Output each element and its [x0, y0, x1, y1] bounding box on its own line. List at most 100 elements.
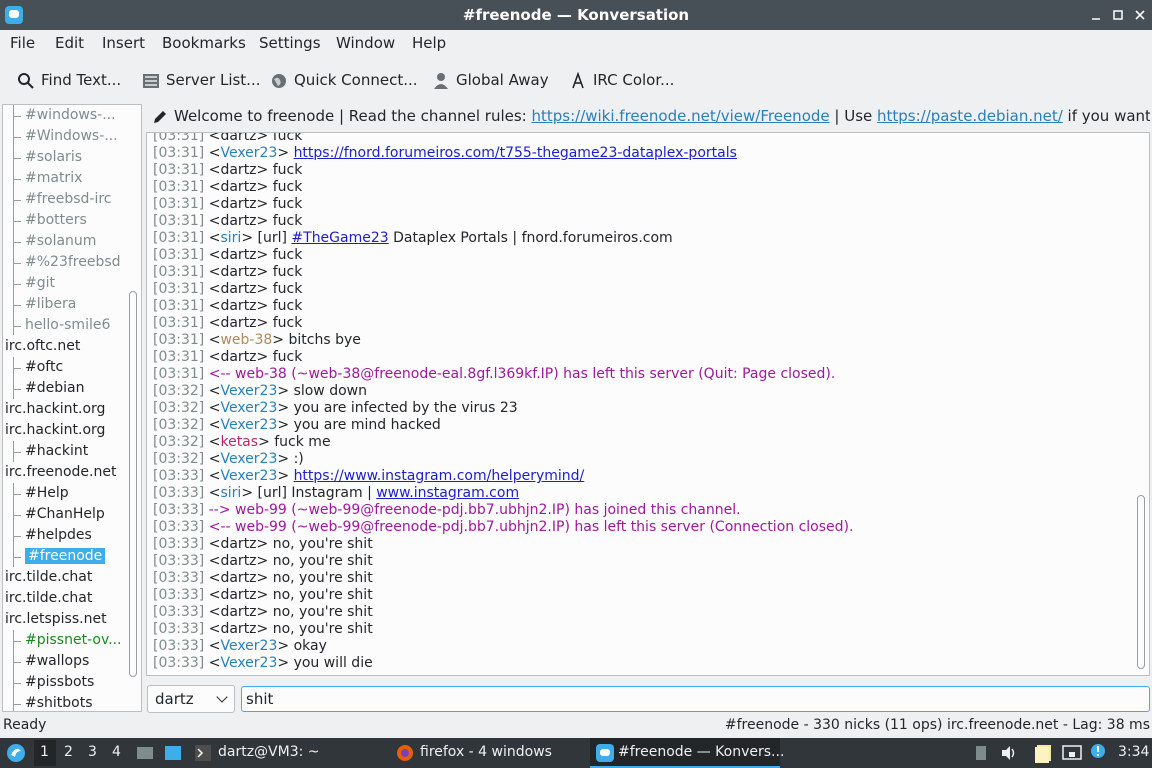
channel-item[interactable]: #Help	[25, 483, 69, 504]
server-item[interactable]: irc.tilde.chat	[5, 567, 92, 588]
nickname[interactable]: dartz	[220, 247, 256, 263]
server-item[interactable]: irc.hackint.org	[5, 399, 105, 420]
nickname[interactable]: siri	[220, 485, 241, 501]
channel-item[interactable]: #oftc	[25, 357, 63, 378]
nickname[interactable]: dartz	[220, 621, 256, 637]
close-button[interactable]	[1130, 5, 1150, 25]
start-menu-icon[interactable]	[6, 743, 26, 763]
task-terminal[interactable]: dartz@VM3: ~	[218, 744, 320, 760]
server-item[interactable]: irc.tilde.chat	[5, 588, 92, 609]
nickname[interactable]: dartz	[220, 536, 256, 552]
channel-item[interactable]: #windows-...	[25, 105, 116, 126]
channel-tree-scrollbar[interactable]	[129, 291, 137, 677]
server-item[interactable]: irc.freenode.net	[5, 462, 116, 483]
channel-item[interactable]: #ChanHelp	[25, 504, 105, 525]
nickname[interactable]: dartz	[220, 315, 256, 331]
maximize-button[interactable]	[1108, 5, 1128, 25]
nickname[interactable]: dartz	[220, 179, 256, 195]
server-item[interactable]: irc.letspiss.net	[5, 609, 107, 630]
channel-item[interactable]: #helpdes	[25, 525, 92, 546]
task-konversation[interactable]: #freenode — Konvers...	[590, 738, 784, 768]
nickname[interactable]: dartz	[220, 570, 256, 586]
notes-icon[interactable]	[1034, 743, 1054, 763]
menu-edit[interactable]: Edit	[55, 34, 84, 52]
topic-link-rules[interactable]: https://wiki.freenode.net/view/Freenode	[531, 107, 829, 125]
channel-item[interactable]: #Windows-...	[25, 126, 118, 147]
nickname[interactable]: dartz	[220, 298, 256, 314]
channel-item[interactable]: #debian	[25, 378, 84, 399]
nickname[interactable]: ketas	[220, 434, 258, 450]
topic-link-paste[interactable]: https://paste.debian.net/	[877, 107, 1063, 125]
nickname[interactable]: dartz	[220, 281, 256, 297]
nickname[interactable]: Vexer23	[220, 468, 277, 484]
channel-item[interactable]: #wallops	[25, 651, 89, 672]
workspace-4[interactable]: 4	[112, 744, 121, 760]
nickname[interactable]: Vexer23	[220, 655, 277, 671]
network-icon[interactable]	[1062, 744, 1082, 762]
minimize-button[interactable]	[1086, 5, 1106, 25]
nickname[interactable]: Vexer23	[220, 383, 277, 399]
channel-item[interactable]: #pissbots	[25, 672, 94, 693]
firefox-icon[interactable]	[396, 744, 414, 762]
nickname-selector[interactable]: dartz	[147, 685, 235, 713]
server-item[interactable]: irc.oftc.net	[5, 336, 80, 357]
quick-connect-button[interactable]: Quick Connect...	[270, 70, 418, 92]
channel-item[interactable]: #hackint	[25, 441, 88, 462]
nickname[interactable]: Vexer23	[220, 638, 277, 654]
server-item[interactable]: irc.hackint.org	[5, 420, 105, 441]
show-desktop-icon[interactable]	[136, 744, 154, 762]
nickname[interactable]: dartz	[220, 162, 256, 178]
nickname[interactable]: Vexer23	[220, 145, 277, 161]
nickname[interactable]: dartz	[220, 133, 256, 144]
nickname[interactable]: siri	[220, 230, 241, 246]
channel-item[interactable]: #solaris	[25, 147, 82, 168]
menu-settings[interactable]: Settings	[259, 34, 321, 52]
nickname[interactable]: Vexer23	[220, 400, 277, 416]
nickname[interactable]: dartz	[220, 587, 256, 603]
nickname[interactable]: dartz	[220, 553, 256, 569]
channel-item[interactable]: #freenode	[25, 546, 106, 567]
message-link[interactable]: www.instagram.com	[376, 485, 519, 501]
channel-item[interactable]: #git	[25, 273, 55, 294]
file-manager-icon[interactable]	[164, 744, 182, 762]
message-input[interactable]	[241, 686, 1150, 712]
channel-item[interactable]: #%23freebsd	[25, 252, 121, 273]
volume-icon[interactable]	[1000, 744, 1018, 762]
menu-help[interactable]: Help	[412, 34, 446, 52]
channel-tree[interactable]: #windows-... #Windows-... #solaris #matrix #…	[2, 104, 142, 712]
channel-item[interactable]: #pissnet-ov...	[25, 630, 122, 651]
find-text-button[interactable]: Find Text...	[17, 70, 121, 92]
message-link[interactable]: https://www.instagram.com/helperymind/	[294, 468, 585, 484]
nickname[interactable]: dartz	[220, 213, 256, 229]
menu-file[interactable]: File	[10, 34, 35, 52]
edit-topic-icon[interactable]	[152, 109, 168, 125]
nickname[interactable]: Vexer23	[220, 451, 277, 467]
workspace-3[interactable]: 3	[88, 744, 97, 760]
message-link[interactable]: #TheGame23	[291, 230, 388, 246]
nickname[interactable]: dartz	[220, 196, 256, 212]
nickname[interactable]: dartz	[220, 264, 256, 280]
notification-icon[interactable]	[1090, 743, 1106, 759]
channel-item[interactable]: #matrix	[25, 168, 82, 189]
global-away-button[interactable]: Global Away	[432, 70, 549, 92]
channel-item[interactable]: #freebsd-irc	[25, 189, 112, 210]
nickname[interactable]: dartz	[220, 604, 256, 620]
task-firefox[interactable]: firefox - 4 windows	[420, 744, 552, 760]
channel-item[interactable]: #libera	[25, 294, 76, 315]
workspace-2[interactable]: 2	[64, 744, 73, 760]
nickname[interactable]: Vexer23	[220, 417, 277, 433]
server-list-button[interactable]: Server List...	[142, 70, 260, 92]
channel-item[interactable]: #botters	[25, 210, 87, 231]
clipboard-icon[interactable]	[974, 744, 988, 762]
channel-item[interactable]: hello-smile6	[25, 315, 110, 336]
message-link[interactable]: https://fnord.forumeiros.com/t755-thegam…	[294, 145, 737, 161]
channel-item[interactable]: #shitbots	[25, 693, 93, 711]
nickname[interactable]: web-38	[220, 332, 272, 348]
menu-insert[interactable]: Insert	[102, 34, 145, 52]
channel-item[interactable]: #solanum	[25, 231, 96, 252]
workspace-1[interactable]: 1	[40, 744, 49, 760]
terminal-icon[interactable]	[194, 744, 212, 762]
irc-color-button[interactable]: IRC Color...	[569, 70, 674, 92]
menu-window[interactable]: Window	[336, 34, 395, 52]
menu-bookmarks[interactable]: Bookmarks	[162, 34, 246, 52]
